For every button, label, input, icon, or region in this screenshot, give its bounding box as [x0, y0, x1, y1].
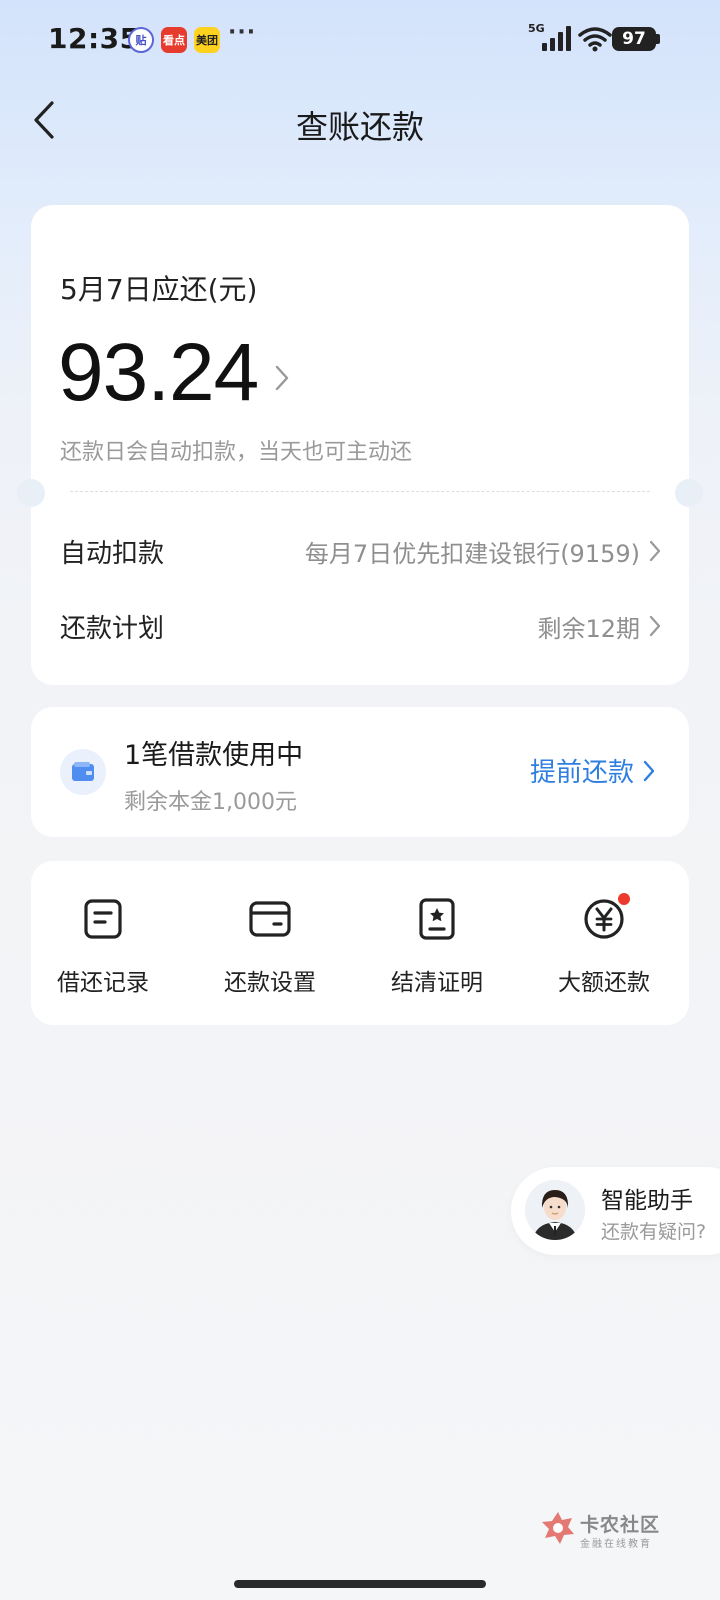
amount-due-link[interactable]: 93.24: [58, 326, 290, 420]
notification-dot: [618, 893, 630, 905]
watermark-title: 卡农社区: [580, 1514, 661, 1536]
autopay-label: 自动扣款: [60, 538, 165, 569]
borrow-repay-record-button[interactable]: 借还记录: [28, 897, 178, 997]
settlement-certificate-button[interactable]: 结清证明: [362, 897, 512, 997]
autopay-value: 每月7日优先扣建设银行(9159): [304, 539, 640, 568]
active-loan-title: 1笔借款使用中: [124, 740, 304, 771]
chevron-right-icon: [276, 365, 289, 391]
assistant-subtitle: 还款有疑问?: [601, 1221, 707, 1243]
battery-tip: [656, 34, 660, 44]
repayment-settings-button[interactable]: 还款设置: [195, 897, 345, 997]
wallet-icon: [60, 749, 106, 795]
ticket-notch-left: [17, 479, 45, 507]
battery-icon: 97: [612, 27, 656, 51]
status-bar: 12:35 贴 看点 美团 ··· 5G 97: [0, 0, 720, 80]
wallet-settings-icon: [248, 897, 292, 941]
menu-label: 借还记录: [57, 970, 149, 996]
tieba-notification-icon: 贴: [128, 27, 154, 53]
home-indicator[interactable]: [234, 1580, 486, 1588]
repayment-plan-label: 还款计划: [60, 613, 165, 644]
assistant-title: 智能助手: [601, 1188, 693, 1214]
chevron-right-icon: [649, 540, 661, 562]
record-icon: [81, 897, 125, 941]
ticket-notch-right: [675, 479, 703, 507]
repayment-plan-row[interactable]: 还款计划 剩余12期: [60, 601, 662, 651]
prepay-label: 提前还款: [530, 758, 635, 788]
amount-due: 93.24: [58, 327, 259, 418]
menu-label: 结清证明: [391, 970, 483, 996]
prepay-button[interactable]: 提前还款: [530, 752, 656, 789]
dashed-divider: [70, 491, 650, 492]
large-repayment-button[interactable]: 大额还款: [529, 893, 679, 997]
more-notifications-icon: ···: [228, 20, 257, 45]
autopay-row[interactable]: 自动扣款 每月7日优先扣建设银行(9159): [60, 526, 662, 576]
assistant-avatar: [525, 1180, 585, 1240]
chevron-right-icon: [649, 615, 661, 637]
page-title: 查账还款: [295, 108, 424, 146]
chevron-right-icon: [643, 760, 655, 781]
remaining-principal: 剩余本金1,000元: [124, 790, 297, 815]
watermark: 卡农社区 金融在线教育: [540, 1510, 670, 1550]
status-time: 12:35: [48, 22, 140, 55]
menu-label: 还款设置: [224, 970, 316, 996]
meituan-notification-icon: 美团: [194, 27, 220, 53]
signal-icon: [542, 26, 571, 51]
wifi-icon: [578, 27, 612, 52]
smart-assistant-button[interactable]: 智能助手 还款有疑问?: [511, 1167, 720, 1255]
repayment-plan-value: 剩余12期: [537, 614, 640, 643]
menu-label: 大额还款: [558, 970, 650, 996]
due-date-label: 5月7日应还(元): [60, 273, 258, 306]
kanong-logo-icon: [542, 1512, 574, 1544]
auto-debit-hint: 还款日会自动扣款，当天也可主动还: [60, 440, 413, 465]
certificate-icon: [415, 897, 459, 941]
yuan-icon: [582, 893, 630, 941]
watermark-subtitle: 金融在线教育: [580, 1539, 652, 1550]
kandian-notification-icon: 看点: [161, 27, 187, 53]
